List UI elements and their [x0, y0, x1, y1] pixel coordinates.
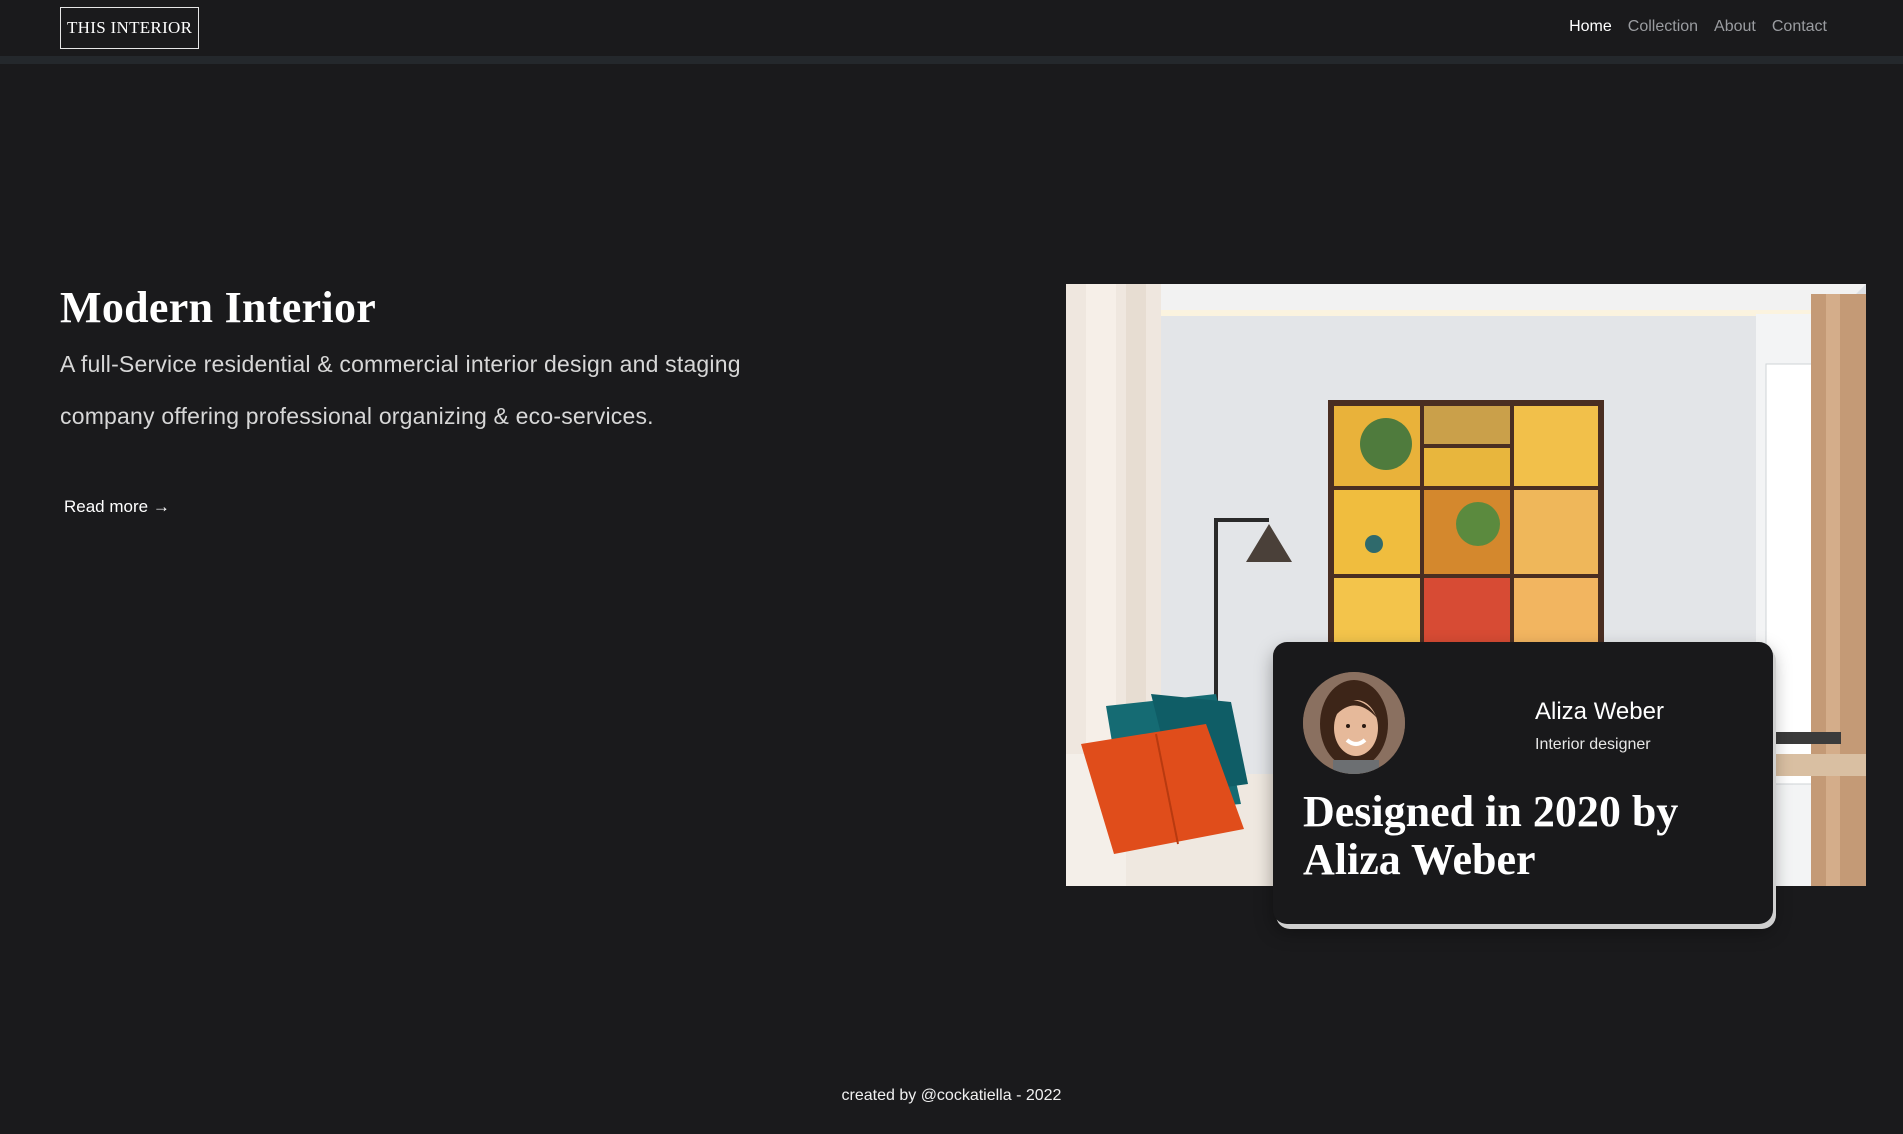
nav-link-collection[interactable]: Collection [1628, 18, 1698, 36]
navbar-divider [0, 56, 1903, 64]
hero-description: A full-Service residential & commercial … [60, 351, 741, 429]
navbar: THIS INTERIOR Home Collection About Cont… [0, 0, 1903, 56]
footer-credit: created by @cockatiella - 2022 [841, 1087, 1062, 1104]
designer-name: Aliza Weber [1535, 698, 1664, 725]
nav-link-about[interactable]: About [1714, 18, 1756, 36]
designer-card: Aliza Weber Interior designer Designed i… [1273, 642, 1773, 924]
designer-avatar [1303, 672, 1405, 774]
card-headline: Designed in 2020 by Aliza Weber [1303, 787, 1679, 884]
read-more-link[interactable]: Read more → [64, 497, 170, 517]
page: THIS INTERIOR Home Collection About Cont… [0, 0, 1903, 1134]
avatar-portrait [1303, 672, 1405, 774]
brand-logo[interactable]: THIS INTERIOR [60, 7, 200, 49]
nav-link-home[interactable]: Home [1569, 18, 1612, 36]
hero-title: Modern Interior [60, 283, 377, 332]
nav-link-contact[interactable]: Contact [1772, 18, 1827, 36]
designer-role: Interior designer [1535, 736, 1651, 753]
nav-links: Home Collection About Contact [1569, 18, 1827, 36]
